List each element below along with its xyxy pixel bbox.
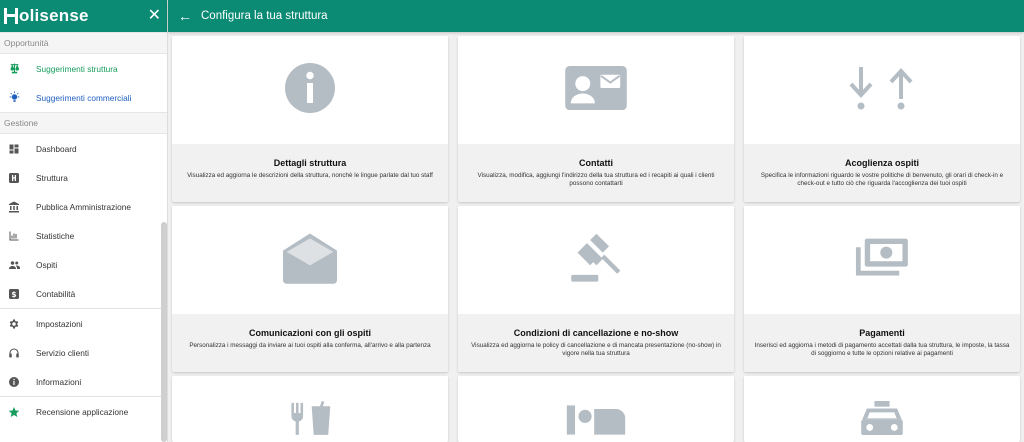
lightbulb-icon xyxy=(7,91,21,105)
card-description: Visualizza, modifica, aggiungi l'indiriz… xyxy=(477,172,715,187)
card-media xyxy=(458,36,734,144)
card-trasporti[interactable] xyxy=(744,376,1020,442)
card-media xyxy=(458,376,734,442)
card-condizioni-cancellazione[interactable]: Condizioni di cancellazione e no-show Vi… xyxy=(458,206,734,372)
card-description: Specifica le informazioni riguardo le vo… xyxy=(760,172,1004,187)
info-icon xyxy=(7,375,21,389)
card-dettagli-struttura[interactable]: Dettagli struttura Visualizza ed aggiorn… xyxy=(172,36,448,202)
sidebar-item-contabilita[interactable]: $ Contabilità xyxy=(0,279,167,308)
card-accoglienza-ospiti[interactable]: Acoglienza ospiti Specifica le informazi… xyxy=(744,36,1020,202)
card-media xyxy=(172,206,448,314)
card-comunicazioni-ospiti[interactable]: Comunicazioni con gli ospiti Personalizz… xyxy=(172,206,448,372)
contact-card-icon xyxy=(563,63,629,118)
page-title: Configura la tua struttura xyxy=(201,10,328,22)
section-gestione: Gestione xyxy=(0,112,167,134)
sidebar-item-impostazioni[interactable]: Impostazioni xyxy=(0,309,167,338)
info-icon xyxy=(280,58,340,123)
sidebar-item-label: Impostazioni xyxy=(36,318,83,329)
sidebar-item-label: Struttura xyxy=(36,172,68,183)
sidebar: olisense ✕ Opportunità Suggerimenti stru… xyxy=(0,0,168,442)
svg-text:$: $ xyxy=(11,290,16,299)
restaurant-icon xyxy=(283,400,337,440)
sidebar-item-label: Pubblica Amministrazione xyxy=(36,201,131,212)
sidebar-item-servizio-clienti[interactable]: Servizio clienti xyxy=(0,338,167,367)
card-title: Dettagli struttura xyxy=(273,158,347,168)
card-pagamenti[interactable]: Pagamenti Inserisci ed aggiorna i metodi… xyxy=(744,206,1020,372)
sidebar-item-pubblica-amministrazione[interactable]: Pubblica Amministrazione xyxy=(0,192,167,221)
card-body: Pagamenti Inserisci ed aggiorna i metodi… xyxy=(744,314,1020,372)
gear-icon xyxy=(7,317,21,331)
card-title: Condizioni di cancellazione e no-show xyxy=(513,328,679,338)
card-title: Pagamenti xyxy=(859,328,905,338)
card-media xyxy=(172,376,448,442)
sidebar-item-recensione-applicazione[interactable]: Recensione applicazione xyxy=(0,397,167,426)
close-icon[interactable]: ✕ xyxy=(148,8,161,24)
bed-icon xyxy=(565,405,627,440)
sidebar-item-suggerimenti-commerciali[interactable]: Suggerimenti commerciali xyxy=(0,83,167,112)
card-contatti[interactable]: Contatti Visualizza, modifica, aggiungi … xyxy=(458,36,734,202)
card-ristorazione[interactable] xyxy=(172,376,448,442)
sidebar-item-dashboard[interactable]: Dashboard xyxy=(0,134,167,163)
sidebar-item-label: Dashboard xyxy=(36,143,77,154)
card-media xyxy=(744,206,1020,314)
open-mail-icon xyxy=(279,231,341,290)
star-icon xyxy=(7,405,21,419)
card-description: Inserisci ed aggiorna i metodi di pagame… xyxy=(754,342,1010,357)
sidebar-item-label: Servizio clienti xyxy=(36,347,90,358)
card-title: Acoglienza ospiti xyxy=(844,158,919,168)
logo-text: olisense xyxy=(19,6,89,25)
card-description: Visualizza ed aggiorna le policy di canc… xyxy=(471,342,721,357)
sidebar-scrollbar[interactable] xyxy=(161,222,167,442)
scale-icon xyxy=(7,62,21,76)
sidebar-item-label: Statistiche xyxy=(36,230,75,241)
sidebar-item-label: Suggerimenti struttura xyxy=(36,63,118,74)
card-body: Dettagli struttura Visualizza ed aggiorn… xyxy=(172,144,448,202)
holisense-logo[interactable]: olisense xyxy=(4,6,89,26)
card-body: Contatti Visualizza, modifica, aggiungi … xyxy=(458,144,734,202)
section-title: Gestione xyxy=(4,118,39,128)
sidebar-item-label: Contabilità xyxy=(36,288,76,299)
sidebar-item-label: Recensione applicazione xyxy=(36,406,129,417)
sidebar-item-label: Informazioni xyxy=(36,376,82,387)
card-description: Visualizza ed aggiorna le descrizioni de… xyxy=(187,172,433,179)
card-body: Acoglienza ospiti Specifica le informazi… xyxy=(744,144,1020,202)
logo-h-mark xyxy=(4,8,18,24)
gavel-icon xyxy=(568,231,624,290)
card-media xyxy=(172,36,448,144)
money-icon xyxy=(854,234,910,287)
card-body: Condizioni di cancellazione e no-show Vi… xyxy=(458,314,734,372)
card-title: Comunicazioni con gli ospiti xyxy=(248,328,371,338)
card-body: Comunicazioni con gli ospiti Personalizz… xyxy=(172,314,448,372)
card-media xyxy=(458,206,734,314)
card-description: Personalizza i messaggi da inviare ai tu… xyxy=(189,342,431,349)
sidebar-item-statistiche[interactable]: Statistiche xyxy=(0,221,167,250)
hotel-icon xyxy=(7,171,21,185)
sidebar-item-informazioni[interactable]: Informazioni xyxy=(0,367,167,396)
dollar-icon: $ xyxy=(7,287,21,301)
sidebar-item-label: Suggerimenti commerciali xyxy=(36,92,132,103)
institution-icon xyxy=(7,200,21,214)
arrows-in-out-icon xyxy=(847,65,917,116)
headset-icon xyxy=(7,346,21,360)
people-icon xyxy=(7,258,21,272)
back-arrow-icon[interactable]: ← xyxy=(178,9,192,23)
bar-chart-icon xyxy=(7,229,21,243)
sidebar-item-suggerimenti-struttura[interactable]: Suggerimenti struttura xyxy=(0,54,167,83)
card-title: Contatti xyxy=(579,158,613,168)
dashboard-icon xyxy=(7,142,21,156)
card-media xyxy=(744,376,1020,442)
section-opportunita: Opportunità xyxy=(0,32,167,54)
card-media xyxy=(744,36,1020,144)
section-title: Opportunità xyxy=(4,38,49,48)
card-camere[interactable] xyxy=(458,376,734,442)
top-app-bar: ← Configura la tua struttura xyxy=(168,0,1024,32)
taxi-icon xyxy=(857,401,907,440)
sidebar-item-ospiti[interactable]: Ospiti xyxy=(0,250,167,279)
sidebar-header: olisense ✕ xyxy=(0,0,167,32)
sidebar-item-struttura[interactable]: Struttura xyxy=(0,163,167,192)
sidebar-item-label: Ospiti xyxy=(36,259,58,270)
